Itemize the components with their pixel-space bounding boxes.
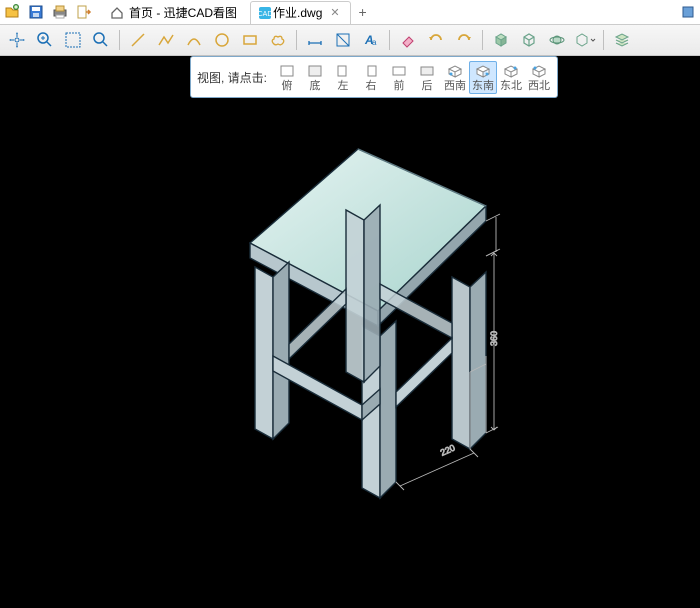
tab-home[interactable]: 首页 - 迅捷CAD看图 — [102, 1, 248, 24]
revcloud-button[interactable] — [265, 27, 291, 53]
tab-bar: 首页 - 迅捷CAD看图 CAD 作业.dwg ✕ + — [0, 0, 700, 25]
svg-text:CAD: CAD — [258, 11, 272, 18]
arc-button[interactable] — [181, 27, 207, 53]
open-button[interactable] — [2, 2, 22, 22]
solid-view-button[interactable] — [488, 27, 514, 53]
pan-button[interactable] — [4, 27, 30, 53]
circle-button[interactable] — [209, 27, 235, 53]
save-button[interactable] — [26, 2, 46, 22]
zoom-extents-button[interactable] — [60, 27, 86, 53]
quick-access-toolbar — [2, 2, 94, 22]
text-button[interactable]: Aa — [358, 27, 384, 53]
print-button[interactable] — [50, 2, 70, 22]
svg-text:a: a — [372, 38, 377, 47]
tab-file-active[interactable]: CAD 作业.dwg ✕ — [250, 1, 351, 24]
dim-width: 220 — [439, 443, 457, 458]
tab-home-label: 首页 - 迅捷CAD看图 — [129, 4, 237, 21]
undo-button[interactable] — [423, 27, 449, 53]
polyline-button[interactable] — [153, 27, 179, 53]
redo-button[interactable] — [451, 27, 477, 53]
measure-button[interactable] — [302, 27, 328, 53]
views-dropdown-button[interactable] — [572, 27, 598, 53]
erase-button[interactable] — [395, 27, 421, 53]
drawing-viewport[interactable]: 视图, 请点击: 俯 底 左 右 前 后 西南 东南 东北 西北 — [0, 56, 700, 608]
settings-button[interactable] — [678, 2, 698, 22]
layers-button[interactable] — [609, 27, 635, 53]
zoom-window-button[interactable] — [32, 27, 58, 53]
line-button[interactable] — [125, 27, 151, 53]
area-button[interactable] — [330, 27, 356, 53]
close-icon[interactable]: ✕ — [330, 6, 339, 19]
zoom-scale-button[interactable] — [88, 27, 114, 53]
orbit-button[interactable] — [544, 27, 570, 53]
wireframe-view-button[interactable] — [516, 27, 542, 53]
home-icon — [109, 5, 125, 21]
tab-file-label: 作业.dwg — [273, 4, 322, 21]
model-drawing: 360 220 — [0, 56, 700, 608]
main-toolbar: Aa — [0, 25, 700, 56]
new-tab-button[interactable]: + — [353, 2, 373, 22]
export-button[interactable] — [74, 2, 94, 22]
cad-file-icon: CAD — [257, 5, 273, 21]
rectangle-button[interactable] — [237, 27, 263, 53]
dim-height: 360 — [489, 331, 499, 346]
